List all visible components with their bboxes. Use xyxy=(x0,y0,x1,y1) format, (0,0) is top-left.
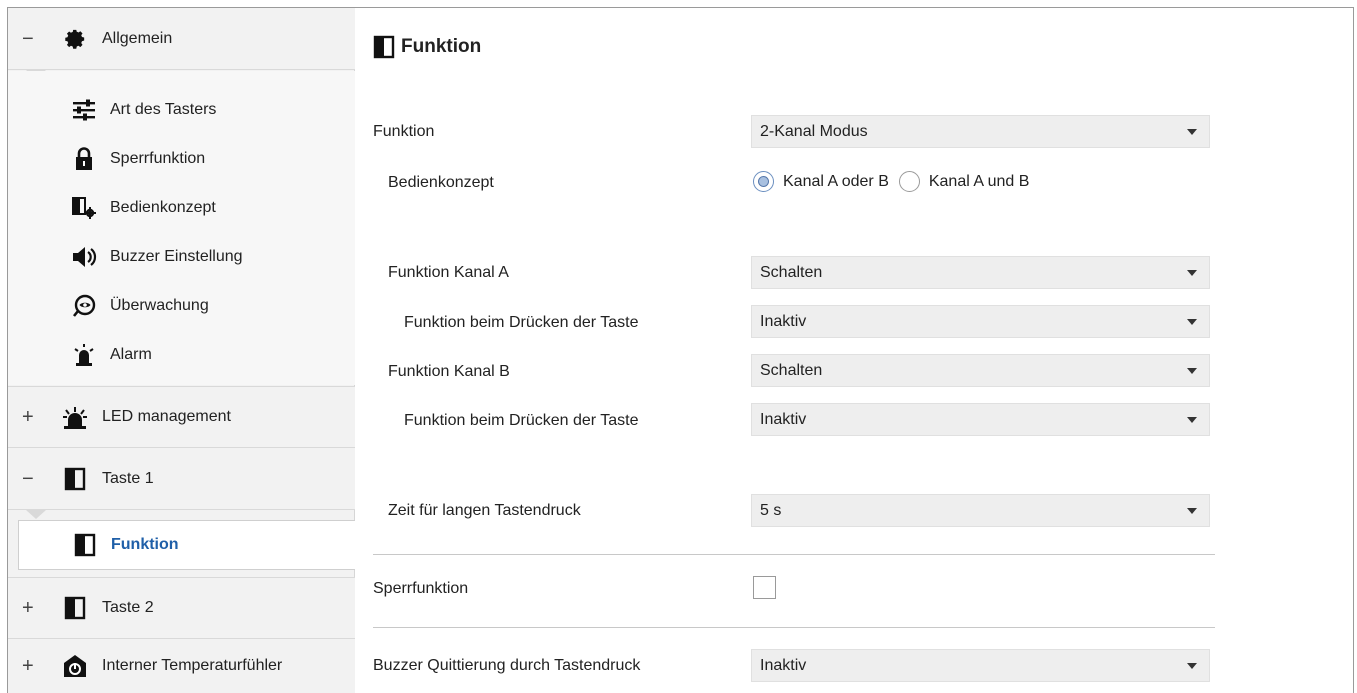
kanal-b-press-dropdown[interactable]: Inaktiv xyxy=(751,403,1210,436)
sidebar-item-label: Funktion xyxy=(111,536,179,553)
sidebar-item-label: Art des Tasters xyxy=(110,100,217,118)
main-panel: Funktion Funktion 2-Kanal Modus Bedienko… xyxy=(356,8,1353,693)
sidebar-item-bedienkonzept[interactable]: Bedienkonzept xyxy=(8,183,355,232)
page-title: Funktion xyxy=(373,35,481,59)
eye-icon xyxy=(70,292,98,320)
sidebar-group-allgemein[interactable]: − Allgemein xyxy=(8,8,355,70)
kanal-a-press-dropdown[interactable]: Inaktiv xyxy=(751,305,1210,338)
page-title-text: Funktion xyxy=(401,36,482,57)
sliders-icon xyxy=(70,96,98,124)
sidebar-group-label: Taste 1 xyxy=(102,469,154,487)
led-icon xyxy=(62,404,88,430)
sidebar-item-alarm[interactable]: Alarm xyxy=(8,330,355,379)
app-frame: − Allgemein Art des Tasters Sperrfunktio… xyxy=(7,7,1354,693)
kanal-b-press-label: Funktion beim Drücken der Taste xyxy=(404,412,639,429)
chevron-down-icon xyxy=(1187,368,1197,374)
dropdown-value: 2-Kanal Modus xyxy=(760,122,868,140)
sidebar-group-taste-1[interactable]: − Taste 1 xyxy=(8,448,355,510)
divider xyxy=(373,627,1215,628)
radio-label[interactable]: Kanal A oder B xyxy=(783,173,889,191)
kanal-a-press-label: Funktion beim Drücken der Taste xyxy=(404,314,639,331)
sidebar-group-interner-temperaturfuehler[interactable]: + Interner Temperaturfühler xyxy=(8,639,355,693)
dropdown-value: 5 s xyxy=(760,501,782,519)
button-panel-icon xyxy=(62,595,88,621)
group-notch xyxy=(26,510,46,519)
funktion-kanal-b-label: Funktion Kanal B xyxy=(388,363,510,380)
speaker-icon xyxy=(70,243,98,271)
sidebar-item-label: Alarm xyxy=(110,345,152,363)
sidebar: − Allgemein Art des Tasters Sperrfunktio… xyxy=(8,8,355,693)
chevron-down-icon xyxy=(1187,129,1197,135)
sidebar-item-ueberwachung[interactable]: Überwachung xyxy=(8,281,355,330)
alarm-bell-icon xyxy=(70,341,98,369)
dropdown-value: Inaktiv xyxy=(760,312,807,330)
gear-icon xyxy=(62,26,88,52)
chevron-down-icon xyxy=(1187,417,1197,423)
chevron-down-icon xyxy=(1187,270,1197,276)
sperrfunktion-label: Sperrfunktion xyxy=(373,580,469,597)
bedienkonzept-label: Bedienkonzept xyxy=(388,174,494,191)
sidebar-item-funktion-selected[interactable]: Funktion xyxy=(18,520,355,570)
sidebar-item-buzzer-einstellung[interactable]: Buzzer Einstellung xyxy=(8,232,355,281)
divider xyxy=(373,554,1215,555)
expand-toggle[interactable]: + xyxy=(22,656,50,676)
sidebar-group-label: LED management xyxy=(102,408,231,425)
buzzer-quittierung-dropdown[interactable]: Inaktiv xyxy=(751,649,1210,682)
dropdown-value: Schalten xyxy=(760,263,823,281)
expand-toggle[interactable]: + xyxy=(22,407,50,427)
funktion-kanal-a-label: Funktion Kanal A xyxy=(388,264,509,281)
long-press-dropdown[interactable]: 5 s xyxy=(751,494,1210,527)
collapse-toggle[interactable]: − xyxy=(22,29,50,49)
chevron-down-icon xyxy=(1187,319,1197,325)
button-panel-icon xyxy=(71,531,99,559)
funktion-kanal-a-dropdown[interactable]: Schalten xyxy=(751,256,1210,289)
chevron-down-icon xyxy=(1187,508,1197,514)
button-panel-icon xyxy=(62,466,88,492)
sidebar-group-taste-2[interactable]: + Taste 2 xyxy=(8,577,355,639)
lock-icon xyxy=(70,145,98,173)
funktion-dropdown[interactable]: 2-Kanal Modus xyxy=(751,115,1210,148)
sidebar-group-label: Interner Temperaturfühler xyxy=(102,657,283,674)
panel-gear-icon xyxy=(70,194,98,222)
sidebar-item-label: Sperrfunktion xyxy=(110,149,206,167)
sidebar-item-label: Bedienkonzept xyxy=(110,198,216,216)
dropdown-value: Inaktiv xyxy=(760,410,807,428)
sidebar-group-label: Allgemein xyxy=(102,29,173,47)
sidebar-group-led-management[interactable]: + LED management xyxy=(8,386,355,448)
funktion-label: Funktion xyxy=(373,123,435,140)
long-press-label: Zeit für langen Tastendruck xyxy=(388,502,581,519)
sidebar-item-sperrfunktion[interactable]: Sperrfunktion xyxy=(8,134,355,183)
expand-toggle[interactable]: + xyxy=(22,598,50,618)
buzzer-quittierung-label: Buzzer Quittierung durch Tastendruck xyxy=(373,657,641,674)
chevron-down-icon xyxy=(1187,663,1197,669)
collapse-toggle[interactable]: − xyxy=(22,469,50,489)
sperrfunktion-checkbox[interactable] xyxy=(753,576,776,599)
sidebar-group-label: Taste 2 xyxy=(102,599,154,616)
radio-kanal-a-oder-b[interactable] xyxy=(753,171,774,192)
sidebar-item-label: Überwachung xyxy=(110,296,209,314)
radio-kanal-a-und-b[interactable] xyxy=(898,171,920,192)
sidebar-item-label: Buzzer Einstellung xyxy=(110,247,243,265)
radio-label[interactable]: Kanal A und B xyxy=(929,173,1030,191)
funktion-kanal-b-dropdown[interactable]: Schalten xyxy=(751,354,1210,387)
bedienkonzept-radio-group: Kanal A oder B Kanal A und B xyxy=(753,171,1039,192)
dropdown-value: Inaktiv xyxy=(760,656,807,674)
thermometer-icon xyxy=(62,653,88,679)
sidebar-subitems-allgemein: Art des Tasters Sperrfunktion Bedienkonz… xyxy=(8,71,355,385)
button-panel-icon xyxy=(373,35,397,59)
dropdown-value: Schalten xyxy=(760,361,823,379)
sidebar-item-art-des-tasters[interactable]: Art des Tasters xyxy=(8,85,355,134)
